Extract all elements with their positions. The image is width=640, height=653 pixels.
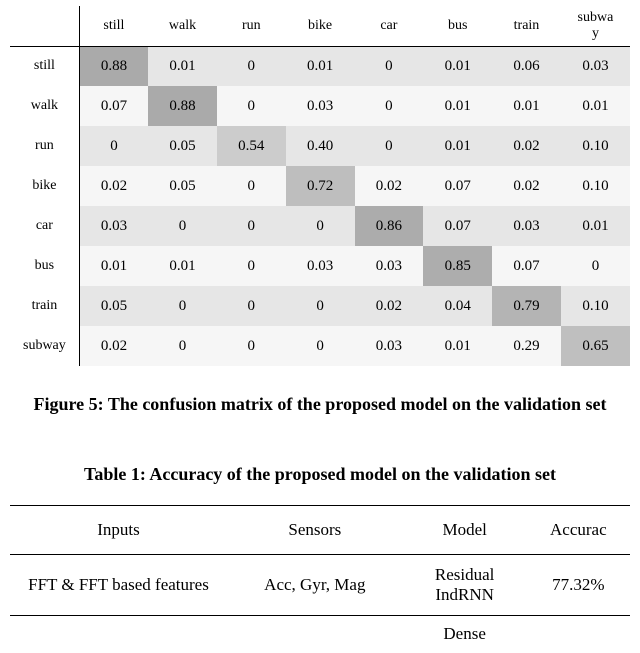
confusion-row-header: run	[10, 126, 79, 166]
confusion-cell: 0.03	[355, 246, 424, 286]
confusion-row-header: walk	[10, 86, 79, 126]
confusion-cell: 0.05	[79, 286, 148, 326]
confusion-col-header: train	[492, 6, 561, 46]
confusion-col-header: subway	[561, 6, 630, 46]
confusion-cell: 0	[79, 126, 148, 166]
confusion-col-header: still	[79, 6, 148, 46]
confusion-col-header: car	[355, 6, 424, 46]
confusion-cell: 0.72	[286, 166, 355, 206]
confusion-cell: 0.02	[492, 126, 561, 166]
confusion-row-header: subway	[10, 326, 79, 366]
confusion-cell: 0.02	[79, 166, 148, 206]
confusion-cell: 0	[148, 286, 217, 326]
confusion-col-header: walk	[148, 6, 217, 46]
confusion-cell: 0.40	[286, 126, 355, 166]
confusion-cell: 0.07	[423, 166, 492, 206]
confusion-cell: 0.03	[355, 326, 424, 366]
confusion-cell: 0.05	[148, 126, 217, 166]
confusion-cell: 0.01	[423, 46, 492, 86]
confusion-cell: 0	[286, 206, 355, 246]
figure-caption: Figure 5: The confusion matrix of the pr…	[30, 392, 610, 416]
confusion-cell: 0	[148, 326, 217, 366]
confusion-cell: 0.01	[286, 46, 355, 86]
confusion-cell: 0.79	[492, 286, 561, 326]
confusion-cell: 0.10	[561, 126, 630, 166]
acc-header-sensors: Sensors	[227, 505, 403, 554]
confusion-cell: 0.02	[79, 326, 148, 366]
confusion-cell: 0	[217, 246, 286, 286]
confusion-cell: 0.01	[79, 246, 148, 286]
confusion-cell: 0.10	[561, 286, 630, 326]
confusion-cell: 0	[148, 206, 217, 246]
confusion-cell: 0.03	[286, 246, 355, 286]
confusion-cell: 0.88	[148, 86, 217, 126]
confusion-cell: 0.01	[561, 206, 630, 246]
confusion-cell: 0.03	[79, 206, 148, 246]
confusion-cell: 0	[561, 246, 630, 286]
confusion-cell: 0	[355, 46, 424, 86]
confusion-cell: 0.29	[492, 326, 561, 366]
confusion-matrix-table: stillwalkrunbikecarbustrainsubwaystill0.…	[10, 6, 630, 366]
confusion-cell: 0.54	[217, 126, 286, 166]
confusion-cell: 0	[286, 326, 355, 366]
confusion-cell: 0.01	[492, 86, 561, 126]
acc-cell-inputs: FFT & FFT based features	[10, 554, 227, 615]
confusion-cell: 0.01	[148, 46, 217, 86]
confusion-cell: 0.05	[148, 166, 217, 206]
confusion-cell: 0	[217, 46, 286, 86]
acc-cell-model-partial: Dense	[403, 615, 527, 644]
confusion-cell: 0.07	[492, 246, 561, 286]
confusion-cell: 0.85	[423, 246, 492, 286]
acc-cell-sensors: Acc, Gyr, Mag	[227, 554, 403, 615]
confusion-row-header: car	[10, 206, 79, 246]
confusion-cell: 0.07	[423, 206, 492, 246]
confusion-cell: 0.01	[561, 86, 630, 126]
confusion-cell: 0.88	[79, 46, 148, 86]
confusion-col-header: run	[217, 6, 286, 46]
confusion-cell: 0	[286, 286, 355, 326]
confusion-cell: 0	[217, 86, 286, 126]
confusion-cell: 0.06	[492, 46, 561, 86]
confusion-corner	[10, 6, 79, 46]
confusion-row-header: bus	[10, 246, 79, 286]
acc-cell-model: Residual IndRNN	[403, 554, 527, 615]
acc-header-inputs: Inputs	[10, 505, 227, 554]
confusion-cell: 0	[217, 206, 286, 246]
confusion-cell: 0.01	[148, 246, 217, 286]
confusion-cell: 0	[355, 126, 424, 166]
confusion-cell: 0.07	[79, 86, 148, 126]
confusion-cell: 0.04	[423, 286, 492, 326]
table-caption: Table 1: Accuracy of the proposed model …	[20, 462, 620, 486]
confusion-cell: 0.01	[423, 326, 492, 366]
confusion-cell: 0.02	[355, 286, 424, 326]
accuracy-table: Inputs Sensors Model Accurac FFT & FFT b…	[10, 505, 630, 644]
confusion-col-header: bike	[286, 6, 355, 46]
acc-header-model: Model	[403, 505, 527, 554]
confusion-row-header: bike	[10, 166, 79, 206]
confusion-cell: 0.03	[286, 86, 355, 126]
acc-cell-accuracy: 77.32%	[527, 554, 630, 615]
confusion-row-header: train	[10, 286, 79, 326]
confusion-cell: 0	[355, 86, 424, 126]
confusion-cell: 0.02	[492, 166, 561, 206]
confusion-cell: 0.01	[423, 126, 492, 166]
confusion-cell: 0.65	[561, 326, 630, 366]
confusion-col-header: bus	[423, 6, 492, 46]
confusion-cell: 0.86	[355, 206, 424, 246]
confusion-cell: 0.01	[423, 86, 492, 126]
confusion-cell: 0.02	[355, 166, 424, 206]
confusion-cell: 0	[217, 326, 286, 366]
confusion-row-header: still	[10, 46, 79, 86]
confusion-cell: 0	[217, 286, 286, 326]
confusion-cell: 0	[217, 166, 286, 206]
confusion-cell: 0.03	[492, 206, 561, 246]
acc-header-accuracy: Accurac	[527, 505, 630, 554]
confusion-cell: 0.10	[561, 166, 630, 206]
confusion-cell: 0.03	[561, 46, 630, 86]
